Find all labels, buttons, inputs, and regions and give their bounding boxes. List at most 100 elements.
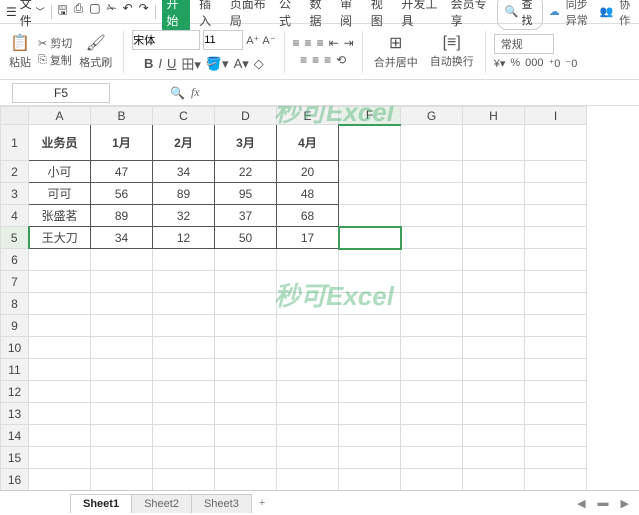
cell[interactable] (215, 249, 277, 271)
redo-icon[interactable]: ↷ (139, 1, 149, 22)
row-header[interactable]: 5 (1, 227, 29, 249)
cell[interactable]: 3月 (215, 125, 277, 161)
search-box[interactable]: 🔍 查找 (497, 0, 543, 30)
cell[interactable] (463, 161, 525, 183)
col-header[interactable]: F (339, 107, 401, 125)
cell[interactable] (215, 403, 277, 425)
sync-label[interactable]: 同步异常 (566, 0, 594, 28)
cell[interactable] (91, 425, 153, 447)
cell[interactable] (277, 469, 339, 491)
italic-button[interactable]: I (158, 56, 162, 71)
cell[interactable] (463, 447, 525, 469)
cell[interactable] (29, 447, 91, 469)
sheet-tab[interactable]: Sheet3 (191, 494, 252, 513)
cell[interactable] (463, 249, 525, 271)
cell[interactable] (401, 425, 463, 447)
cell[interactable] (463, 125, 525, 161)
cell[interactable] (339, 403, 401, 425)
cell[interactable]: 34 (153, 161, 215, 183)
select-all-corner[interactable] (1, 107, 29, 125)
cell[interactable] (277, 271, 339, 293)
cell[interactable] (463, 205, 525, 227)
cell[interactable] (463, 469, 525, 491)
cell[interactable] (215, 469, 277, 491)
cell[interactable] (525, 381, 587, 403)
cut-button[interactable]: ✂剪切 (38, 35, 72, 51)
fx-icon[interactable]: fx (191, 85, 200, 100)
cell[interactable]: 37 (215, 205, 277, 227)
col-header[interactable]: D (215, 107, 277, 125)
col-header[interactable]: C (153, 107, 215, 125)
orientation-icon[interactable]: ⟲ (336, 53, 346, 67)
cell[interactable] (153, 337, 215, 359)
cell[interactable]: 张盛茗 (29, 205, 91, 227)
cell[interactable] (339, 359, 401, 381)
increase-font-icon[interactable]: A⁺ (246, 34, 259, 47)
cell[interactable]: 34 (91, 227, 153, 249)
cell[interactable] (277, 249, 339, 271)
format-painter-button[interactable]: 🖌 格式刷 (76, 31, 115, 72)
name-box[interactable]: F5 (12, 83, 110, 103)
cloud-sync-icon[interactable]: ☁ (549, 5, 560, 18)
tab-start[interactable]: 开始 (162, 0, 191, 31)
cell[interactable]: 95 (215, 183, 277, 205)
cell[interactable]: 56 (91, 183, 153, 205)
cell[interactable] (401, 293, 463, 315)
cell[interactable] (91, 381, 153, 403)
cell[interactable] (463, 315, 525, 337)
sheet-tab[interactable]: Sheet1 (70, 494, 132, 513)
scroll-right-icon[interactable]: ▶ (621, 497, 629, 510)
cell[interactable]: 89 (91, 205, 153, 227)
file-menu[interactable]: ☰ 文件 ﹀ (6, 0, 45, 29)
bold-button[interactable]: B (144, 56, 153, 71)
cell[interactable]: 32 (153, 205, 215, 227)
cell[interactable] (29, 425, 91, 447)
cell[interactable]: 业务员 (29, 125, 91, 161)
row-header[interactable]: 6 (1, 249, 29, 271)
cell[interactable] (339, 125, 401, 161)
row-header[interactable]: 12 (1, 381, 29, 403)
align-middle-icon[interactable]: ≡ (305, 36, 312, 50)
spreadsheet-grid[interactable]: ABCDEFGHI1业务员1月2月3月4月2小可473422203可可56899… (0, 106, 587, 490)
scroll-left-icon[interactable]: ◀ (577, 497, 585, 510)
percent-icon[interactable]: % (510, 57, 520, 70)
cell[interactable] (91, 359, 153, 381)
cell[interactable]: 1月 (91, 125, 153, 161)
tab-view[interactable]: 视图 (368, 0, 393, 31)
cell[interactable] (29, 315, 91, 337)
tab-dev[interactable]: 开发工具 (398, 0, 441, 31)
magnifier-icon[interactable]: 🔍 (170, 86, 185, 100)
col-header[interactable]: A (29, 107, 91, 125)
cell[interactable] (91, 293, 153, 315)
cell[interactable]: 48 (277, 183, 339, 205)
cell[interactable] (153, 469, 215, 491)
cell[interactable] (153, 447, 215, 469)
cell[interactable] (153, 293, 215, 315)
cell[interactable] (401, 125, 463, 161)
cell[interactable]: 4月 (277, 125, 339, 161)
cell[interactable] (339, 205, 401, 227)
cell[interactable] (277, 315, 339, 337)
align-center-icon[interactable]: ≡ (312, 53, 319, 67)
cell[interactable] (339, 315, 401, 337)
cell[interactable] (463, 271, 525, 293)
inc-decimal-icon[interactable]: ⁺0 (548, 57, 560, 70)
cell[interactable] (525, 469, 587, 491)
row-header[interactable]: 4 (1, 205, 29, 227)
cell[interactable] (525, 271, 587, 293)
dec-decimal-icon[interactable]: ⁻0 (565, 57, 577, 70)
cell[interactable] (401, 205, 463, 227)
underline-button[interactable]: U (167, 56, 176, 71)
cell[interactable] (339, 293, 401, 315)
cell[interactable]: 12 (153, 227, 215, 249)
cell[interactable] (91, 249, 153, 271)
paste-button[interactable]: 📋 粘贴 (6, 31, 34, 72)
cell[interactable] (153, 359, 215, 381)
cell[interactable] (463, 183, 525, 205)
cell[interactable] (401, 183, 463, 205)
cell[interactable] (525, 161, 587, 183)
fill-color-button[interactable]: 🪣▾ (206, 56, 229, 72)
tab-pagelayout[interactable]: 页面布局 (227, 0, 270, 31)
cell[interactable] (277, 403, 339, 425)
cell[interactable] (339, 183, 401, 205)
